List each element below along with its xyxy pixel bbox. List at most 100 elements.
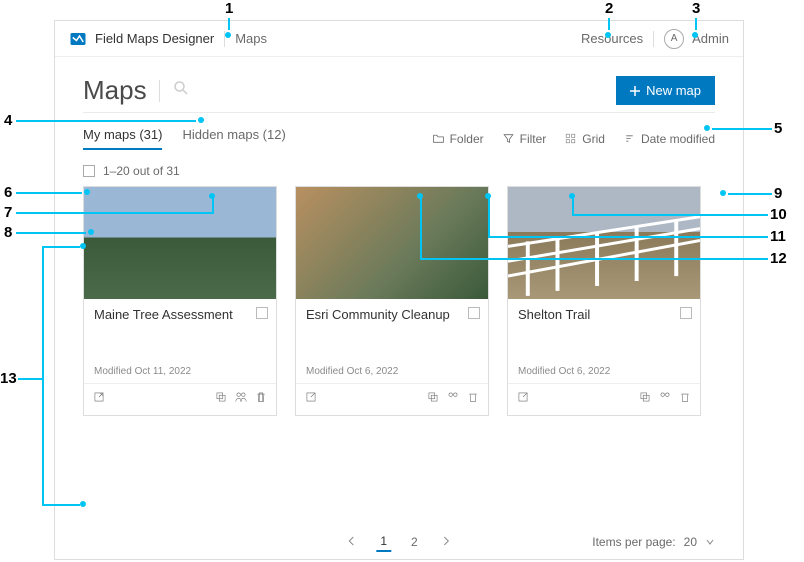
tab-my-maps[interactable]: My maps (31) bbox=[83, 127, 162, 150]
open-button[interactable] bbox=[516, 390, 530, 409]
tools: Folder Filter Grid Date modified bbox=[432, 132, 715, 146]
card-checkbox[interactable] bbox=[468, 307, 480, 319]
annotation-3: 3 bbox=[692, 0, 700, 17]
grid-icon bbox=[564, 132, 577, 145]
grid-label: Grid bbox=[582, 132, 605, 146]
page-title: Maps bbox=[83, 75, 147, 106]
page-2[interactable]: 2 bbox=[407, 533, 422, 551]
map-card[interactable]: Shelton Trail Modified Oct 6, 2022 bbox=[507, 186, 701, 416]
card-thumbnail bbox=[508, 187, 700, 299]
brand[interactable]: Field Maps Designer bbox=[69, 30, 214, 48]
pagination: 1 2 Items per page: 20 bbox=[55, 525, 743, 559]
avatar[interactable]: A bbox=[664, 29, 684, 49]
cards-grid: Maine Tree Assessment Modified Oct 11, 2… bbox=[55, 186, 743, 416]
open-icon bbox=[92, 390, 106, 404]
chevron-right-icon bbox=[442, 536, 452, 546]
ipp-value: 20 bbox=[684, 535, 697, 549]
annotation-9: 9 bbox=[774, 185, 782, 202]
annotation-8: 8 bbox=[4, 224, 12, 241]
card-footer bbox=[84, 383, 276, 415]
annotation-5: 5 bbox=[774, 120, 782, 137]
people-icon bbox=[446, 390, 460, 404]
annotation-1: 1 bbox=[225, 0, 233, 17]
annotation-12: 12 bbox=[770, 250, 787, 267]
avatar-initial: A bbox=[671, 33, 678, 44]
folder-tool[interactable]: Folder bbox=[432, 132, 484, 146]
title-row: Maps New map bbox=[55, 57, 743, 112]
copy-icon bbox=[214, 390, 228, 404]
search-button[interactable] bbox=[172, 79, 190, 102]
delete-button[interactable] bbox=[254, 390, 268, 409]
card-checkbox[interactable] bbox=[680, 307, 692, 319]
sort-icon bbox=[623, 132, 636, 145]
open-button[interactable] bbox=[92, 390, 106, 409]
card-title: Maine Tree Assessment bbox=[94, 307, 266, 322]
new-map-button[interactable]: New map bbox=[616, 76, 715, 105]
header-maps-link[interactable]: Maps bbox=[235, 31, 267, 46]
annotation-2: 2 bbox=[605, 0, 613, 17]
folder-icon bbox=[432, 132, 445, 145]
open-icon bbox=[304, 390, 318, 404]
copy-button[interactable] bbox=[214, 390, 228, 409]
card-thumbnail bbox=[84, 187, 276, 299]
filter-label: Filter bbox=[520, 132, 547, 146]
filter-icon bbox=[502, 132, 515, 145]
page-list: 1 2 bbox=[342, 532, 455, 552]
app-header: Field Maps Designer Maps Resources A Adm… bbox=[55, 21, 743, 57]
select-all-checkbox[interactable] bbox=[83, 165, 95, 177]
grid-tool[interactable]: Grid bbox=[564, 132, 605, 146]
brand-label: Field Maps Designer bbox=[95, 31, 214, 46]
app-panel: Field Maps Designer Maps Resources A Adm… bbox=[54, 20, 744, 560]
card-modified: Modified Oct 6, 2022 bbox=[306, 366, 478, 377]
tabs-row: My maps (31) Hidden maps (12) Folder Fil… bbox=[55, 113, 743, 150]
search-icon bbox=[172, 79, 190, 97]
copy-icon bbox=[638, 390, 652, 404]
share-button[interactable] bbox=[446, 390, 460, 409]
folder-label: Folder bbox=[450, 132, 484, 146]
card-footer bbox=[508, 383, 700, 415]
brand-logo-icon bbox=[69, 30, 87, 48]
card-footer bbox=[296, 383, 488, 415]
share-button[interactable] bbox=[234, 390, 248, 409]
new-map-label: New map bbox=[646, 83, 701, 98]
card-modified: Modified Oct 11, 2022 bbox=[94, 366, 266, 377]
share-button[interactable] bbox=[658, 390, 672, 409]
people-icon bbox=[234, 390, 248, 404]
annotation-11: 11 bbox=[770, 228, 786, 245]
prev-page-button[interactable] bbox=[342, 533, 360, 551]
sort-tool[interactable]: Date modified bbox=[623, 132, 715, 146]
copy-button[interactable] bbox=[638, 390, 652, 409]
delete-button[interactable] bbox=[678, 390, 692, 409]
trash-icon bbox=[254, 390, 268, 404]
copy-icon bbox=[426, 390, 440, 404]
separator bbox=[653, 31, 654, 47]
sort-label: Date modified bbox=[641, 132, 715, 146]
resources-link[interactable]: Resources bbox=[581, 31, 643, 46]
map-card[interactable]: Esri Community Cleanup Modified Oct 6, 2… bbox=[295, 186, 489, 416]
card-title: Shelton Trail bbox=[518, 307, 690, 322]
annotation-10: 10 bbox=[770, 206, 787, 223]
header-right: Resources A Admin bbox=[581, 29, 729, 49]
card-checkbox[interactable] bbox=[256, 307, 268, 319]
next-page-button[interactable] bbox=[438, 533, 456, 551]
delete-button[interactable] bbox=[466, 390, 480, 409]
items-per-page[interactable]: Items per page: 20 bbox=[592, 535, 715, 549]
annotation-6: 6 bbox=[4, 184, 12, 201]
filter-tool[interactable]: Filter bbox=[502, 132, 547, 146]
tab-hidden-maps[interactable]: Hidden maps (12) bbox=[182, 127, 285, 150]
card-modified: Modified Oct 6, 2022 bbox=[518, 366, 690, 377]
count-row: 1–20 out of 31 bbox=[55, 150, 743, 186]
people-icon bbox=[658, 390, 672, 404]
map-card[interactable]: Maine Tree Assessment Modified Oct 11, 2… bbox=[83, 186, 277, 416]
open-button[interactable] bbox=[304, 390, 318, 409]
copy-button[interactable] bbox=[426, 390, 440, 409]
chevron-down-icon bbox=[705, 537, 715, 547]
chevron-left-icon bbox=[346, 536, 356, 546]
annotation-4: 4 bbox=[4, 112, 12, 129]
card-thumbnail bbox=[296, 187, 488, 299]
trash-icon bbox=[466, 390, 480, 404]
annotation-13: 13 bbox=[0, 370, 17, 387]
plus-icon bbox=[630, 86, 640, 96]
fence-graphic bbox=[508, 187, 700, 298]
page-1[interactable]: 1 bbox=[376, 532, 391, 552]
